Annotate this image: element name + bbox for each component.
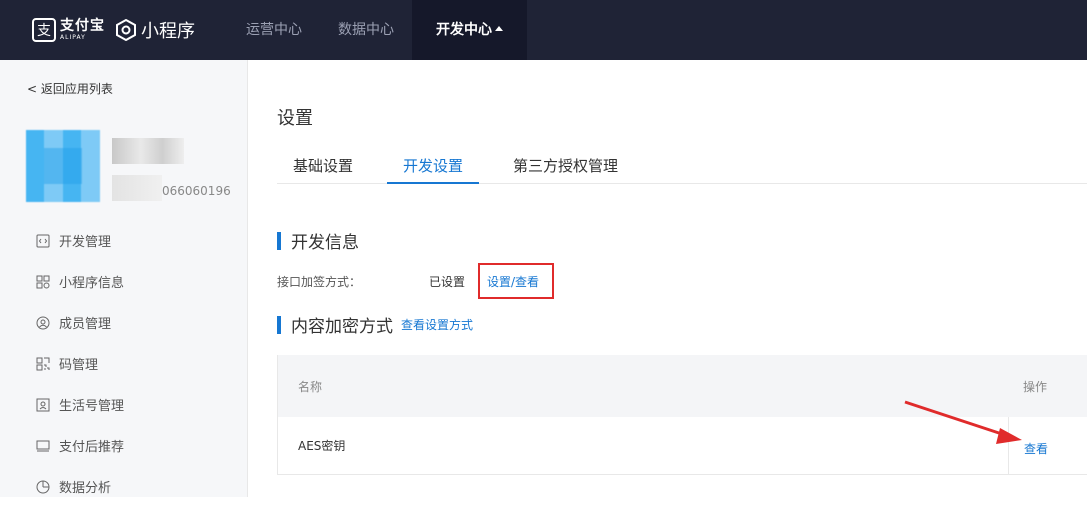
code-icon [36, 234, 50, 247]
section-content-encrypt: 内容加密方式 查看设置方式 [277, 312, 473, 337]
sidebar-item-label: 小程序信息 [59, 276, 125, 291]
back-to-app-list-link[interactable]: < 返回应用列表 [27, 80, 113, 97]
main-content: 设置 基础设置 开发设置 第三方授权管理 开发信息 接口加签方式： 已设置 设置… [249, 60, 1087, 497]
sidebar-menu: 开发管理 小程序信息 成员管理 码管理 生活号管理 支付后推荐 数据分析 [36, 220, 124, 507]
section-title: 开发信息 [291, 233, 359, 253]
app-name-blurred [112, 138, 184, 164]
lifestyle-icon [36, 398, 50, 411]
op-cell: 查看 [1008, 417, 1087, 475]
top-navbar: 支 支付宝 ALIPAY 小程序 运营中心 数据中心 开发中心 [0, 0, 1087, 60]
table-row: AES密钥 查看 [278, 417, 1087, 475]
section-dev-info: 开发信息 [277, 228, 359, 253]
section-title: 内容加密方式 [291, 317, 393, 337]
qrcode-icon [36, 357, 50, 370]
highlight-box: 设置/查看 [478, 263, 554, 299]
app-avatar [26, 130, 100, 202]
page-title: 设置 [277, 108, 313, 129]
settings-tabs: 基础设置 开发设置 第三方授权管理 [277, 154, 1087, 184]
table-header: 名称 操作 [278, 355, 1087, 417]
top-nav: 运营中心 数据中心 开发中心 [228, 0, 527, 60]
caret-up-icon [495, 26, 503, 31]
encrypt-label: 接口加签方式： [277, 275, 362, 289]
encrypt-status: 已设置 [429, 275, 466, 289]
sidebar: < 返回应用列表 066060196 开发管理 小程序信息 成员管理 码管理 生… [0, 60, 248, 497]
user-circle-icon [36, 316, 50, 329]
sidebar-item-lifestyle[interactable]: 生活号管理 [36, 384, 124, 425]
tab-dev-settings[interactable]: 开发设置 [387, 154, 480, 184]
sidebar-item-members[interactable]: 成员管理 [36, 302, 124, 343]
app-id-blurred [112, 175, 162, 201]
sidebar-item-label: 开发管理 [59, 235, 112, 250]
chevron-left-icon: < [27, 82, 38, 96]
col-op-header: 操作 [1023, 379, 1048, 394]
view-settings-link[interactable]: 查看设置方式 [401, 316, 473, 333]
sidebar-item-label: 支付后推荐 [59, 440, 125, 455]
encrypt-settings-link[interactable]: 设置/查看 [487, 273, 539, 290]
nav-developer[interactable]: 开发中心 [412, 0, 527, 60]
alipay-en-text: ALIPAY [60, 34, 86, 41]
app-id: 066060196 [162, 184, 231, 198]
alipay-logo-icon: 支 [32, 18, 56, 42]
sidebar-item-after-pay[interactable]: 支付后推荐 [36, 425, 124, 466]
section-marker [277, 231, 281, 250]
svg-text:支: 支 [37, 23, 51, 39]
encrypt-table: 名称 操作 AES密钥 查看 [277, 355, 1087, 475]
alipay-cn-text: 支付宝 [60, 18, 105, 34]
sidebar-item-label: 码管理 [59, 358, 99, 373]
pie-chart-icon [36, 480, 50, 493]
row-name: AES密钥 [298, 439, 346, 453]
sidebar-item-analytics[interactable]: 数据分析 [36, 466, 124, 507]
sidebar-item-code[interactable]: 码管理 [36, 343, 124, 384]
tab-third-party-auth[interactable]: 第三方授权管理 [497, 154, 634, 184]
back-label: 返回应用列表 [40, 82, 113, 96]
sidebar-item-label: 成员管理 [59, 317, 112, 332]
sidebar-item-label: 数据分析 [59, 481, 112, 496]
sidebar-item-dev-management[interactable]: 开发管理 [36, 220, 124, 261]
section-marker [277, 315, 281, 334]
mini-program-logo-icon [116, 19, 136, 41]
view-key-link[interactable]: 查看 [1024, 440, 1048, 457]
monitor-icon [36, 440, 50, 451]
mini-program-text: 小程序 [141, 21, 195, 42]
nav-data[interactable]: 数据中心 [320, 0, 412, 60]
nav-operations[interactable]: 运营中心 [228, 0, 320, 60]
encrypt-method-row: 接口加签方式： 已设置 [277, 273, 465, 290]
sidebar-item-label: 生活号管理 [59, 399, 125, 414]
col-name-header: 名称 [298, 379, 323, 394]
sidebar-item-mini-info[interactable]: 小程序信息 [36, 261, 124, 302]
brand-logo[interactable]: 支 支付宝 ALIPAY 小程序 [32, 18, 195, 42]
tab-basic-settings[interactable]: 基础设置 [277, 154, 369, 184]
grid-icon [36, 275, 50, 288]
